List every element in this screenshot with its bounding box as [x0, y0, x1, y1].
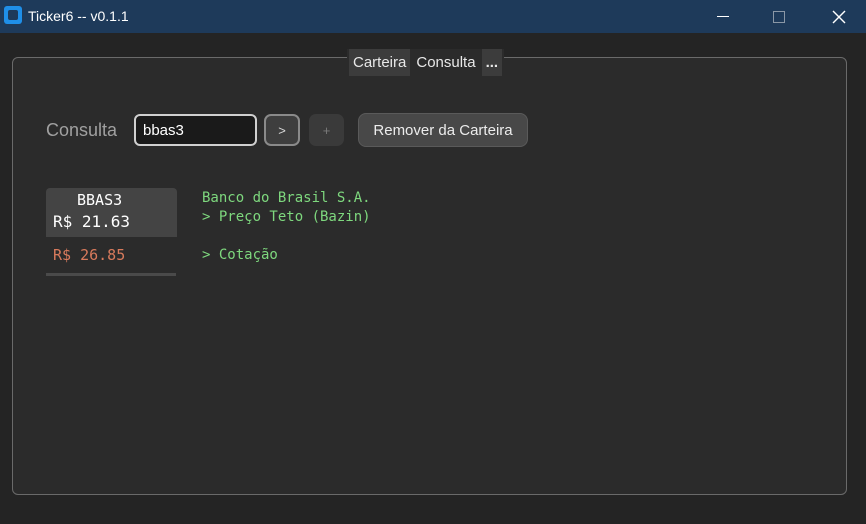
minimize-button[interactable] — [696, 0, 750, 33]
stock-ticker: BBAS3 — [77, 191, 123, 209]
tab-bar: Carteira Consulta ... — [347, 49, 505, 76]
company-name: Banco do Brasil S.A. — [202, 190, 371, 206]
close-button[interactable] — [812, 0, 866, 33]
minimize-icon — [717, 16, 729, 17]
window-title: Ticker6 -- v0.1.1 — [28, 8, 129, 24]
remove-from-portfolio-button[interactable]: Remover da Carteira — [358, 113, 528, 147]
tab-more[interactable]: ... — [481, 49, 503, 76]
stock-price: R$ 21.63 — [53, 212, 131, 231]
ticker-search-input[interactable] — [134, 114, 257, 146]
add-to-portfolio-button[interactable]: + — [309, 114, 344, 146]
maximize-button[interactable] — [752, 0, 806, 33]
maximize-icon — [773, 10, 785, 23]
stock-card: BBAS3 R$ 21.63 — [46, 188, 177, 237]
target-price: R$ 26.85 — [53, 246, 126, 264]
close-icon — [832, 10, 846, 23]
tab-carteira[interactable]: Carteira — [349, 49, 411, 76]
tab-consulta[interactable]: Consulta — [412, 49, 480, 76]
preco-teto-link[interactable]: > Preço Teto (Bazin) — [202, 209, 371, 225]
app-icon — [4, 6, 22, 24]
search-button[interactable]: > — [264, 114, 300, 146]
consulta-label: Consulta — [46, 120, 118, 140]
title-bar: Ticker6 -- v0.1.1 — [0, 0, 866, 33]
cotacao-link[interactable]: > Cotação — [202, 247, 278, 263]
card-divider — [46, 273, 176, 276]
